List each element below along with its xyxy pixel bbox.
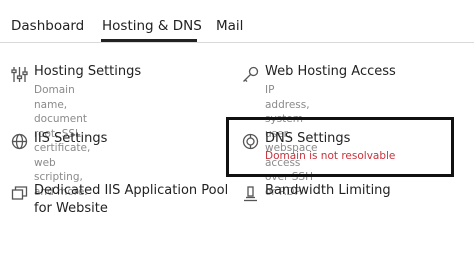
tab-hosting-dns[interactable]: Hosting & DNS bbox=[102, 18, 202, 34]
tab-mail[interactable]: Mail bbox=[216, 18, 243, 34]
iis-settings-link[interactable]: IIS Settings bbox=[34, 131, 107, 146]
hosting-settings-link[interactable]: Hosting Settings bbox=[34, 64, 141, 79]
tab-divider bbox=[0, 42, 474, 43]
dns-highlight-box bbox=[226, 117, 454, 177]
dedicated-pool-link-line2[interactable]: for Website bbox=[34, 201, 108, 216]
bandwidth-icon bbox=[242, 185, 259, 202]
web-hosting-access-link[interactable]: Web Hosting Access bbox=[265, 64, 396, 79]
tab-bar: Dashboard Hosting & DNS Mail bbox=[0, 0, 474, 44]
bandwidth-limiting-link[interactable]: Bandwidth Limiting bbox=[265, 183, 391, 198]
key-icon bbox=[242, 66, 259, 83]
windows-icon bbox=[11, 185, 28, 202]
globe-gear-icon bbox=[11, 133, 28, 150]
sliders-icon bbox=[11, 66, 28, 83]
tab-dashboard[interactable]: Dashboard bbox=[11, 18, 84, 34]
dedicated-pool-link[interactable]: Dedicated IIS Application Pool bbox=[34, 183, 228, 198]
